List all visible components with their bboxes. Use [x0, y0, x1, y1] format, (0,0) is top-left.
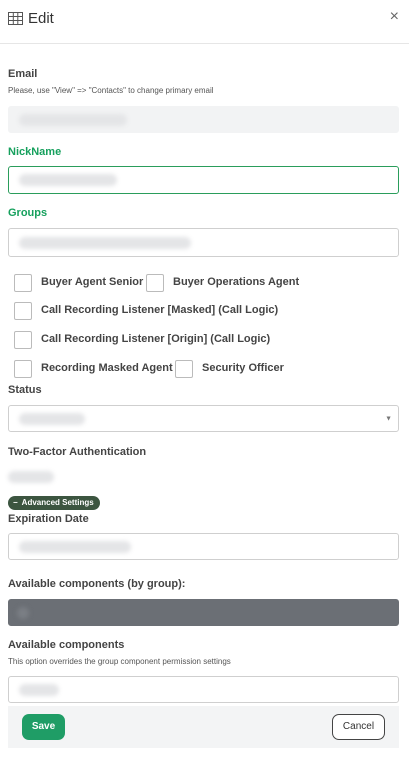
- checkbox-label: Buyer Agent Senior: [41, 276, 144, 288]
- checkbox-label: Buyer Operations Agent: [173, 276, 300, 288]
- redacted-value: [19, 540, 131, 553]
- advanced-settings-label: Advanced Settings: [21, 498, 94, 507]
- email-hint: Please, use "View" => "Contacts" to chan…: [8, 86, 214, 95]
- checkbox-security-officer[interactable]: [175, 360, 193, 378]
- modal-footer: Save Cancel: [8, 706, 399, 748]
- redacted-value: [19, 236, 191, 249]
- nickname-input[interactable]: [8, 166, 399, 194]
- redacted-value: [19, 174, 117, 186]
- expiration-date-input[interactable]: [8, 533, 399, 560]
- groups-select[interactable]: [8, 228, 399, 257]
- redacted-value: [19, 683, 59, 696]
- two-factor-toggle[interactable]: [8, 471, 54, 483]
- email-label: Email: [8, 68, 38, 80]
- groups-label: Groups: [8, 207, 48, 219]
- status-select[interactable]: ▼: [8, 405, 399, 432]
- available-label: Available components: [8, 639, 125, 651]
- table-icon: [8, 12, 23, 25]
- expiration-label: Expiration Date: [8, 513, 89, 525]
- checkbox-label: Call Recording Listener [Origin] (Call L…: [41, 333, 271, 345]
- checkbox-label: Recording Masked Agent: [41, 362, 173, 374]
- two-factor-label: Two-Factor Authentication: [8, 446, 147, 458]
- email-field: [8, 106, 399, 133]
- close-icon[interactable]: ×: [390, 9, 399, 25]
- checkbox-buyer-agent-senior[interactable]: [14, 274, 32, 292]
- checkbox-buyer-operations-agent[interactable]: [146, 274, 164, 292]
- available-by-group-field: [8, 599, 399, 626]
- minus-icon: −: [13, 498, 18, 507]
- advanced-settings-button[interactable]: − Advanced Settings: [8, 496, 100, 510]
- save-button[interactable]: Save: [22, 714, 65, 740]
- modal-title: Edit: [28, 10, 54, 27]
- status-label: Status: [8, 384, 42, 396]
- cancel-button[interactable]: Cancel: [332, 714, 385, 740]
- available-components-select[interactable]: [8, 676, 399, 703]
- nickname-label: NickName: [8, 146, 62, 158]
- redacted-value: [17, 606, 29, 619]
- checkbox-call-recording-masked[interactable]: [14, 302, 32, 320]
- redacted-value: [19, 113, 127, 126]
- checkbox-label: Call Recording Listener [Masked] (Call L…: [41, 304, 279, 316]
- checkbox-recording-masked-agent[interactable]: [14, 360, 32, 378]
- checkbox-call-recording-origin[interactable]: [14, 331, 32, 349]
- available-by-group-label: Available components (by group):: [8, 578, 186, 590]
- redacted-value: [19, 412, 85, 425]
- modal-header: Edit ×: [0, 0, 409, 44]
- chevron-down-icon: ▼: [385, 415, 392, 422]
- available-hint: This option overrides the group componen…: [8, 657, 231, 666]
- checkbox-label: Security Officer: [202, 362, 284, 374]
